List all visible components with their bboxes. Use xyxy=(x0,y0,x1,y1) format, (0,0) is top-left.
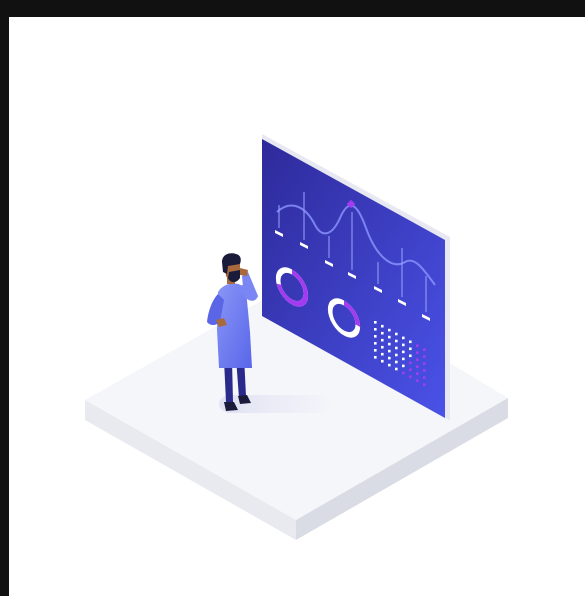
matrix-dot xyxy=(381,359,384,363)
matrix-dot xyxy=(381,345,384,349)
matrix-dot xyxy=(423,369,426,372)
matrix-dot xyxy=(416,379,419,382)
matrix-dot xyxy=(374,335,377,338)
matrix-dot xyxy=(388,328,391,332)
illustration-svg xyxy=(85,134,508,540)
matrix-dot xyxy=(374,349,377,352)
matrix-dot xyxy=(374,321,377,324)
matrix-dot xyxy=(423,348,426,351)
matrix-dot xyxy=(423,376,426,379)
person-shadow xyxy=(219,395,333,413)
matrix-dot xyxy=(388,349,391,353)
matrix-dot xyxy=(402,336,405,340)
matrix-dot xyxy=(374,328,377,331)
matrix-dot xyxy=(423,355,426,358)
matrix-dot xyxy=(402,350,405,354)
matrix-dot xyxy=(402,357,405,361)
matrix-dot xyxy=(416,365,419,368)
matrix-dot xyxy=(409,354,412,358)
matrix-dot xyxy=(381,331,384,335)
window-frame xyxy=(0,0,585,596)
matrix-dot xyxy=(402,343,405,347)
matrix-dot xyxy=(416,358,419,361)
matrix-dot xyxy=(409,340,412,344)
matrix-dot xyxy=(416,344,419,347)
matrix-dot xyxy=(395,367,398,371)
matrix-dot xyxy=(416,351,419,354)
matrix-dot xyxy=(381,324,384,328)
raised-forearm xyxy=(242,272,258,298)
matrix-dot xyxy=(395,346,398,350)
matrix-dot xyxy=(409,361,412,365)
matrix-dot xyxy=(409,368,412,372)
matrix-dot xyxy=(388,356,391,360)
matrix-dot xyxy=(388,363,391,367)
matrix-dot xyxy=(395,332,398,336)
matrix-dot xyxy=(416,372,419,375)
matrix-dot xyxy=(381,338,384,342)
hand-at-chin xyxy=(240,268,248,276)
matrix-dot xyxy=(388,335,391,339)
illustration-canvas xyxy=(9,17,585,596)
matrix-dot xyxy=(374,356,377,359)
matrix-dot xyxy=(402,371,405,375)
matrix-dot xyxy=(423,383,426,386)
matrix-dot xyxy=(402,364,405,368)
matrix-dot xyxy=(395,339,398,343)
matrix-dot xyxy=(423,362,426,365)
matrix-dot xyxy=(395,353,398,357)
matrix-dot xyxy=(395,360,398,364)
matrix-dot xyxy=(374,342,377,345)
matrix-dot xyxy=(388,342,391,346)
matrix-dot xyxy=(409,375,412,379)
matrix-dot xyxy=(381,352,384,356)
matrix-dot xyxy=(409,347,412,351)
